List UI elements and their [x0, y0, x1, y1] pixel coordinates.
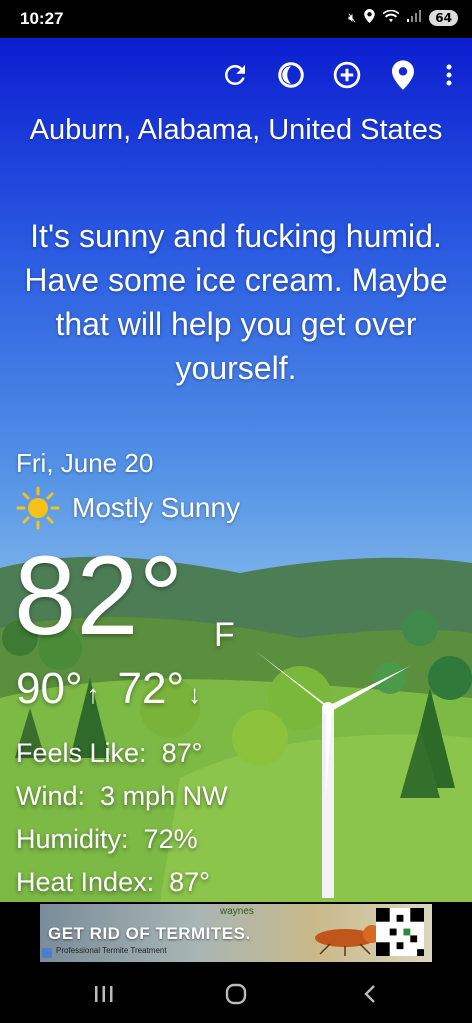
signal-icon [407, 10, 422, 26]
low-temp: 72° [117, 664, 185, 713]
ad-title: GET RID OF TERMITES. [48, 924, 251, 943]
current-temperature[interactable]: 82° [14, 536, 183, 656]
detail-label: Heat Index: [16, 867, 155, 897]
ad-banner-area: waynes GET RID OF TERMITES. Professional… [0, 902, 472, 964]
detail-label: Wind: [16, 781, 86, 811]
forecast-date: Fri, June 20 [16, 448, 154, 478]
home-icon [225, 983, 247, 1005]
theme-icon [278, 62, 304, 88]
ad-banner[interactable]: waynes GET RID OF TERMITES. Professional… [40, 904, 432, 962]
location-pin-icon [392, 60, 414, 90]
status-bar: 10:27 🔇︎ 64 [0, 0, 472, 38]
weather-scene: Auburn, Alabama, United States It's sunn… [0, 38, 472, 902]
detail-value: 72% [143, 824, 198, 854]
wifi-icon [382, 9, 400, 27]
refresh-icon [225, 65, 245, 85]
ad-info-icon[interactable] [42, 948, 52, 958]
ad-subtitle: Professional Termite Treatment [56, 946, 167, 955]
weather-message: It's sunny and fucking humid. Have some … [24, 218, 448, 386]
location-status-icon [364, 9, 376, 27]
detail-value: 87° [169, 867, 210, 897]
detail-label: Feels Like: [16, 738, 147, 768]
condition-row: Mostly Sunny [16, 486, 240, 530]
mute-icon: 🔇︎ [348, 10, 357, 26]
status-time: 10:27 [20, 9, 64, 28]
system-nav-bar [0, 964, 472, 1023]
condition-text: Mostly Sunny [72, 492, 241, 523]
detail-label: Humidity: [16, 824, 129, 854]
recents-button[interactable] [84, 976, 124, 1012]
temperature-unit[interactable]: F [214, 616, 235, 655]
arrow-down-icon: ↓ [188, 679, 202, 709]
weather-details: Feels Like: 87° Wind: 3 mph NW Humidity:… [16, 732, 228, 902]
detail-value: 3 mph NW [100, 781, 228, 811]
status-icons: 🔇︎ 64 [348, 9, 458, 27]
location-name[interactable]: Auburn, Alabama, United States [0, 114, 472, 147]
detail-row-humidity: Humidity: 72% [16, 818, 228, 861]
more-options-button[interactable] [442, 58, 456, 92]
back-icon [364, 985, 375, 1003]
add-location-button[interactable] [330, 58, 364, 92]
more-vert-icon [446, 64, 452, 86]
battery-badge: 64 [429, 10, 458, 26]
ad-brand: waynes [220, 906, 254, 917]
detail-row-feels-like: Feels Like: 87° [16, 732, 228, 775]
arrow-up-icon: ↑ [86, 679, 100, 709]
toolbar [218, 58, 456, 92]
add-location-icon [333, 61, 361, 89]
high-temp: 90° [16, 664, 83, 713]
refresh-button[interactable] [218, 58, 252, 92]
recents-icon [95, 986, 113, 1002]
qr-code [376, 908, 424, 956]
detail-value: 87° [161, 738, 203, 768]
high-low: 90° ↑ 72° ↓ [16, 664, 215, 714]
detail-row-wind: Wind: 3 mph NW [16, 775, 228, 818]
location-button[interactable] [386, 58, 420, 92]
detail-row-heat-index: Heat Index: 87° [16, 861, 228, 902]
home-button[interactable] [216, 976, 256, 1012]
theme-button[interactable] [274, 58, 308, 92]
back-button[interactable] [350, 976, 390, 1012]
sun-icon [16, 486, 60, 530]
